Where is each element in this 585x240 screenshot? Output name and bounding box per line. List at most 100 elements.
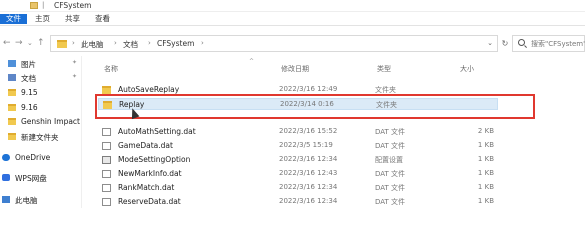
folder-icon bbox=[8, 89, 16, 96]
breadcrumb-cfsystem[interactable]: CFSystem bbox=[157, 39, 194, 48]
search-icon bbox=[518, 39, 525, 46]
list-item[interactable]: NewMarkInfo.dat 2022/3/16 12:43 DAT 文件 1… bbox=[98, 168, 498, 180]
list-item[interactable]: ReserveData.dat 2022/3/16 12:34 DAT 文件 1… bbox=[98, 196, 498, 208]
column-header-date[interactable]: 修改日期 bbox=[281, 64, 309, 74]
onedrive-icon bbox=[2, 154, 10, 161]
search-placeholder: 搜索"CFSystem" bbox=[531, 40, 585, 48]
folder-icon bbox=[8, 104, 16, 111]
file-size: 1 KB bbox=[477, 141, 494, 149]
file-name: AutoMathSetting.dat bbox=[118, 127, 196, 136]
breadcrumb-chevron-icon: › bbox=[201, 39, 204, 47]
sidebar-item-pictures[interactable]: 图片 ✦ bbox=[8, 58, 82, 70]
breadcrumb-documents[interactable]: 文档 bbox=[123, 39, 138, 50]
file-icon bbox=[102, 142, 111, 150]
column-header-size[interactable]: 大小 bbox=[460, 64, 474, 74]
search-input[interactable]: 搜索"CFSystem" bbox=[512, 35, 585, 52]
file-date: 2022/3/16 15:52 bbox=[279, 127, 338, 135]
file-type: DAT 文件 bbox=[375, 170, 406, 178]
tab-home[interactable]: 主页 bbox=[31, 14, 54, 24]
file-name: AutoSaveReplay bbox=[118, 85, 180, 94]
file-type: 文件夹 bbox=[376, 101, 397, 109]
file-date: 2022/3/16 12:34 bbox=[279, 183, 338, 191]
sidebar-item-onedrive[interactable]: OneDrive bbox=[2, 152, 76, 164]
file-icon bbox=[102, 170, 111, 178]
refresh-icon[interactable]: ↻ bbox=[499, 35, 511, 52]
this-pc-icon bbox=[2, 196, 10, 203]
navigation-pane: 图片 ✦ 文档 ✦ 9.15 9.16 Genshin Impact 新建文件夹… bbox=[0, 56, 82, 208]
file-size: 1 KB bbox=[477, 183, 494, 191]
file-name: NewMarkInfo.dat bbox=[118, 169, 182, 178]
file-date: 2022/3/14 0:16 bbox=[280, 100, 334, 108]
list-item[interactable]: ModeSettingOption 2022/3/16 12:34 配置设置 1… bbox=[98, 154, 498, 166]
title-bar: | CFSystem bbox=[0, 0, 585, 12]
tab-view[interactable]: 查看 bbox=[91, 14, 114, 24]
breadcrumb-chevron-icon: › bbox=[114, 39, 117, 47]
list-item-selected[interactable]: Replay 2022/3/14 0:16 文件夹 bbox=[98, 98, 498, 110]
title-separator: | bbox=[42, 1, 45, 9]
navigation-bar: ← → ⌄ ↑ › 此电脑 › 文档 › CFSystem › ⌄ ↻ 搜索"C… bbox=[0, 30, 585, 56]
file-list: ^ 名称 修改日期 类型 大小 AutoSaveReplay 2022/3/16… bbox=[84, 56, 585, 208]
sidebar-item-label: 此电脑 bbox=[15, 196, 38, 205]
sidebar-item-label: 文档 bbox=[21, 74, 36, 83]
forward-arrow-icon[interactable]: → bbox=[15, 38, 23, 48]
sidebar-item-9-15[interactable]: 9.15 bbox=[8, 87, 82, 99]
sidebar-item-label: 新建文件夹 bbox=[21, 133, 59, 142]
documents-icon bbox=[8, 74, 16, 81]
tab-share[interactable]: 共享 bbox=[61, 14, 84, 24]
folder-icon bbox=[57, 40, 67, 48]
file-type: DAT 文件 bbox=[375, 198, 406, 206]
file-date: 2022/3/5 15:19 bbox=[279, 141, 333, 149]
wps-cloud-icon bbox=[2, 174, 10, 181]
list-item[interactable]: RankMatch.dat 2022/3/16 12:34 DAT 文件 1 K… bbox=[98, 182, 498, 194]
breadcrumb-this-pc[interactable]: 此电脑 bbox=[81, 39, 104, 50]
file-icon bbox=[102, 128, 111, 136]
file-name: ReserveData.dat bbox=[118, 197, 181, 206]
file-size: 1 KB bbox=[477, 197, 494, 205]
list-item[interactable] bbox=[98, 112, 498, 124]
file-icon bbox=[102, 184, 111, 192]
file-size: 1 KB bbox=[477, 169, 494, 177]
file-type: DAT 文件 bbox=[375, 184, 406, 192]
pictures-icon bbox=[8, 60, 16, 67]
file-type: DAT 文件 bbox=[375, 142, 406, 150]
sidebar-item-new-folder[interactable]: 新建文件夹 bbox=[8, 131, 82, 143]
tab-file[interactable]: 文件 bbox=[0, 14, 27, 24]
column-header-type[interactable]: 类型 bbox=[377, 64, 391, 74]
sort-indicator-icon: ^ bbox=[249, 58, 255, 65]
address-dropdown-icon[interactable]: ⌄ bbox=[487, 39, 493, 47]
sidebar-item-wps-cloud[interactable]: WPS网盘 bbox=[2, 172, 76, 184]
file-size: 1 KB bbox=[477, 155, 494, 163]
file-date: 2022/3/16 12:49 bbox=[279, 85, 338, 93]
file-icon bbox=[102, 198, 111, 206]
file-type: 文件夹 bbox=[375, 86, 396, 94]
breadcrumb-chevron-icon: › bbox=[72, 39, 75, 47]
sidebar-item-label: 图片 bbox=[21, 60, 36, 69]
back-arrow-icon[interactable]: ← bbox=[3, 38, 11, 48]
list-item[interactable]: AutoMathSetting.dat 2022/3/16 15:52 DAT … bbox=[98, 126, 498, 138]
folder-icon bbox=[102, 86, 111, 94]
up-arrow-icon[interactable]: ↑ bbox=[37, 38, 45, 48]
sidebar-item-9-16[interactable]: 9.16 bbox=[8, 102, 82, 114]
sidebar-item-label: 9.15 bbox=[21, 88, 38, 97]
address-bar[interactable]: › 此电脑 › 文档 › CFSystem › ⌄ bbox=[50, 35, 498, 52]
sidebar-item-genshin-impact[interactable]: Genshin Impact bbox=[8, 116, 82, 128]
sidebar-item-documents[interactable]: 文档 ✦ bbox=[8, 72, 82, 84]
recent-locations-chevron-icon[interactable]: ⌄ bbox=[27, 38, 33, 48]
pin-icon: ✦ bbox=[72, 59, 78, 66]
file-date: 2022/3/16 12:43 bbox=[279, 169, 338, 177]
column-header-name[interactable]: 名称 bbox=[104, 64, 118, 74]
file-type: DAT 文件 bbox=[375, 128, 406, 136]
list-item[interactable]: AutoSaveReplay 2022/3/16 12:49 文件夹 bbox=[98, 84, 498, 96]
quick-access-folder-icon[interactable] bbox=[30, 2, 38, 9]
file-size: 2 KB bbox=[477, 127, 494, 135]
list-item[interactable]: GameData.dat 2022/3/5 15:19 DAT 文件 1 KB bbox=[98, 140, 498, 152]
breadcrumb-chevron-icon: › bbox=[148, 39, 151, 47]
sidebar-item-label: Genshin Impact bbox=[21, 117, 81, 126]
sidebar-item-label: OneDrive bbox=[15, 153, 51, 162]
file-name: ModeSettingOption bbox=[118, 155, 191, 164]
folder-icon bbox=[103, 101, 112, 109]
settings-file-icon bbox=[102, 156, 111, 164]
sidebar-item-label: WPS网盘 bbox=[15, 174, 47, 183]
sidebar-item-this-pc[interactable]: 此电脑 bbox=[2, 194, 76, 206]
folder-icon bbox=[8, 133, 16, 140]
